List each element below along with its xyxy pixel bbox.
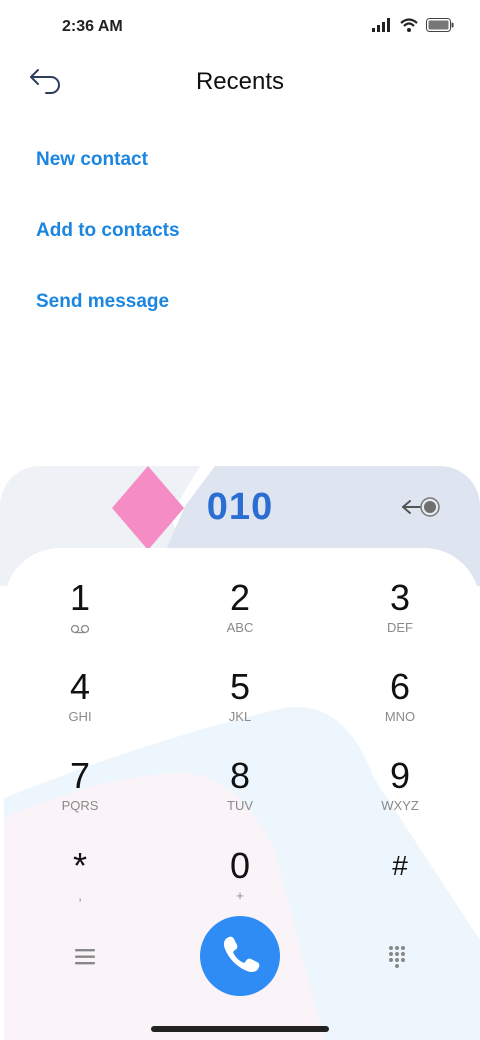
- key-digit: 1: [69, 577, 91, 618]
- status-time: 2:36 AM: [62, 18, 123, 35]
- menu-button[interactable]: [70, 942, 100, 972]
- key-9[interactable]: 9 WXYZ: [340, 756, 460, 836]
- battery-icon: [426, 18, 454, 32]
- phone-icon: [223, 936, 260, 973]
- key-digit: 6: [389, 666, 411, 707]
- new-contact-link[interactable]: New contact: [36, 142, 180, 178]
- key-1[interactable]: 1: [20, 578, 140, 658]
- add-to-contacts-link[interactable]: Add to contacts: [36, 213, 180, 249]
- key-7[interactable]: 7 PQRS: [20, 756, 140, 836]
- key-letters: +: [236, 888, 244, 903]
- key-6[interactable]: 6 MNO: [340, 667, 460, 747]
- key-letters: GHI: [68, 709, 92, 724]
- key-digit: 2: [229, 577, 251, 618]
- key-5[interactable]: 5 JKL: [180, 667, 300, 747]
- backspace-button[interactable]: [398, 490, 444, 524]
- backspace-icon: [402, 497, 440, 517]
- key-4[interactable]: 4 GHI: [20, 667, 140, 747]
- key-digit: 3: [389, 577, 411, 618]
- menu-icon: [75, 949, 95, 965]
- action-list: New contact Add to contacts Send message: [36, 142, 180, 355]
- signal-icon: [372, 18, 390, 32]
- page-title: Recents: [195, 68, 285, 95]
- call-button[interactable]: [200, 916, 280, 996]
- key-8[interactable]: 8 TUV: [180, 756, 300, 836]
- key-letters: WXYZ: [381, 798, 419, 813]
- key-digit: 8: [229, 755, 251, 796]
- key-digit: 7: [69, 755, 91, 796]
- status-icons: [372, 18, 454, 32]
- key-letters: ,: [78, 888, 82, 903]
- key-digit: 4: [69, 666, 91, 707]
- key-letters: ABC: [226, 620, 254, 635]
- key-letters: JKL: [228, 709, 252, 724]
- keypad-toggle-button[interactable]: [382, 942, 412, 972]
- send-message-link[interactable]: Send message: [36, 284, 180, 320]
- keypad-grid-icon: [389, 946, 405, 968]
- app-bar: Recents: [0, 56, 480, 106]
- voicemail-icon: [70, 624, 90, 634]
- key-digit: *: [72, 845, 87, 886]
- key-digit: #: [392, 850, 408, 881]
- key-letters: PQRS: [61, 798, 99, 813]
- home-indicator[interactable]: [151, 1026, 329, 1032]
- dialer-bottom-bar: [0, 914, 480, 998]
- key-3[interactable]: 3 DEF: [340, 578, 460, 658]
- key-letters: DEF: [387, 620, 413, 635]
- key-digit: 9: [389, 755, 411, 796]
- status-bar: 2:36 AM: [0, 0, 480, 56]
- key-digit: 0: [229, 845, 251, 886]
- key-2[interactable]: 2 ABC: [180, 578, 300, 658]
- key-digit: 5: [229, 666, 251, 707]
- wifi-icon: [400, 18, 418, 32]
- key-letters: MNO: [384, 709, 416, 724]
- key-letters: TUV: [227, 798, 253, 813]
